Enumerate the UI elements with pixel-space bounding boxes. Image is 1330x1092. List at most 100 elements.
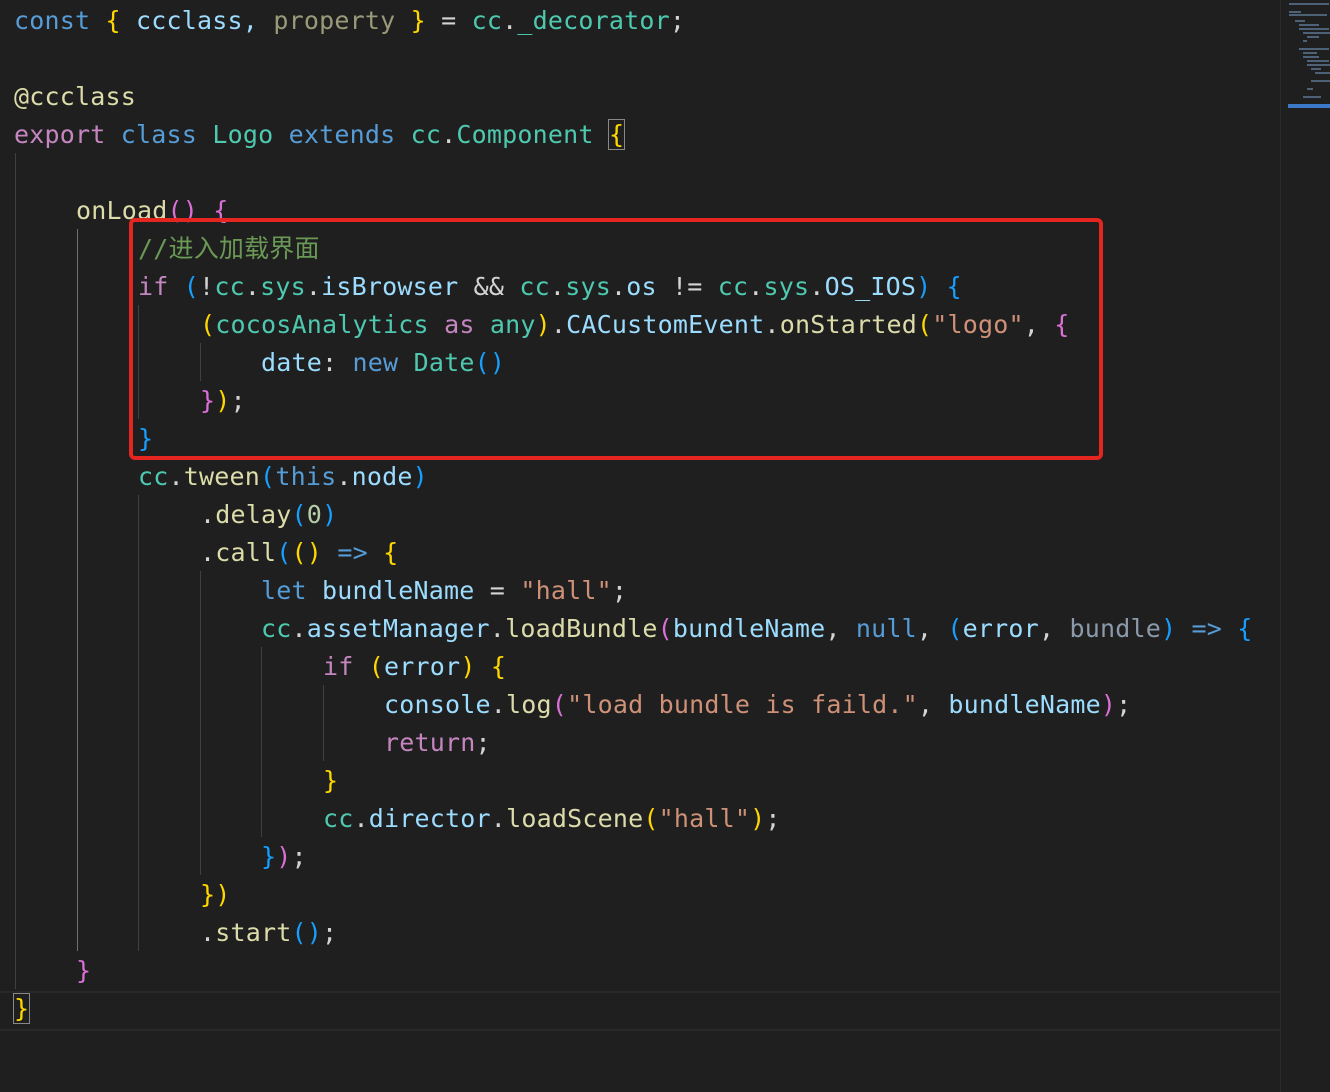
code-token: ;	[669, 6, 686, 35]
code-token: start	[215, 918, 292, 947]
code-token: =	[474, 576, 521, 605]
minimap-line	[1295, 20, 1305, 22]
code-token: loadScene	[506, 804, 644, 833]
code-line-16: let bundleName = "hall";	[261, 572, 627, 610]
minimap-line	[1311, 80, 1330, 82]
code-token: error	[384, 652, 461, 681]
code-token: ;	[322, 918, 338, 947]
minimap[interactable]	[1280, 0, 1330, 1092]
code-line-13: cc.tween(this.node)	[138, 458, 428, 496]
code-token: Component	[456, 120, 594, 149]
code-token: }	[76, 956, 92, 985]
minimap-line	[1289, 3, 1329, 5]
code-token: director	[368, 804, 491, 833]
code-token: .	[336, 462, 352, 491]
code-token: ()	[291, 918, 323, 947]
code-token: .	[200, 918, 216, 947]
code-token: .	[353, 804, 369, 833]
indent-guide	[261, 647, 262, 837]
code-token: loadBundle	[505, 614, 658, 643]
code-token: bundleName	[322, 576, 475, 605]
current-line-highlight	[0, 991, 1280, 1031]
code-token: extends	[288, 120, 396, 149]
code-editor[interactable]: const { ccclass, property } = cc._decora…	[0, 0, 1280, 1092]
minimap-line	[1311, 68, 1321, 70]
code-token: cc	[323, 804, 354, 833]
code-token: property	[273, 6, 396, 35]
code-token: {	[105, 6, 121, 35]
code-token: })	[200, 880, 231, 909]
code-token: bundleName	[672, 614, 826, 643]
code-token: ,	[1038, 614, 1070, 643]
minimap-line	[1303, 32, 1330, 34]
code-token: ,	[916, 614, 948, 643]
code-token: (	[368, 652, 385, 681]
minimap-viewport-slider[interactable]	[1288, 104, 1330, 108]
code-token: (	[291, 500, 307, 529]
code-line-18: if (error) {	[323, 648, 506, 686]
code-token: .	[291, 614, 307, 643]
code-line-15: .call(() => {	[200, 534, 398, 572]
minimap-line	[1303, 96, 1321, 98]
code-token: ccclass	[29, 82, 137, 111]
code-token: ;	[475, 728, 491, 757]
code-token: (	[551, 690, 568, 719]
minimap-line	[1289, 11, 1301, 13]
code-token: assetManager	[306, 614, 490, 643]
code-token: delay	[215, 500, 292, 529]
code-token: .	[490, 804, 507, 833]
code-token: return	[384, 728, 476, 757]
code-token: .	[168, 462, 184, 491]
code-token: export	[14, 120, 106, 149]
code-token: )	[412, 462, 428, 491]
code-line-22: cc.director.loadScene("hall");	[323, 800, 781, 838]
code-token: =>	[337, 538, 368, 567]
code-line-17: cc.assetManager.loadBundle(bundleName, n…	[261, 610, 1253, 648]
code-line-14: .delay(0)	[200, 496, 337, 534]
minimap-line	[1299, 28, 1329, 30]
matched-bracket: }	[12, 993, 31, 1024]
code-token: )	[750, 804, 766, 833]
code-token: ,	[825, 614, 856, 643]
code-token: (	[657, 614, 673, 643]
minimap-line	[1299, 24, 1319, 26]
code-token: {	[1237, 614, 1253, 643]
code-token: const	[14, 6, 91, 35]
code-string: "load bundle is faild."	[567, 690, 918, 719]
code-token: {	[383, 538, 399, 567]
code-token: .	[200, 500, 216, 529]
code-token: }	[323, 766, 339, 795]
code-token: =	[425, 6, 472, 35]
code-token: bundleName	[948, 690, 1101, 719]
code-line-20: return;	[384, 724, 491, 762]
minimap-line	[1289, 14, 1327, 16]
code-token: ;	[291, 842, 307, 871]
code-token: {	[490, 652, 507, 681]
code-token: Logo	[212, 120, 274, 149]
code-token: )	[322, 500, 338, 529]
code-token: log	[506, 690, 552, 719]
code-token: (	[643, 804, 659, 833]
annotation-highlight-box	[129, 218, 1103, 460]
code-line-4: export class Logo extends cc.Component {	[14, 116, 626, 154]
code-line-23: });	[261, 838, 307, 876]
code-token: error	[962, 614, 1039, 643]
code-token: ,	[917, 690, 949, 719]
code-token: call	[215, 538, 277, 567]
code-token: }	[261, 842, 277, 871]
code-token: )	[1100, 690, 1117, 719]
minimap-line	[1299, 48, 1329, 50]
code-token: ;	[611, 576, 628, 605]
